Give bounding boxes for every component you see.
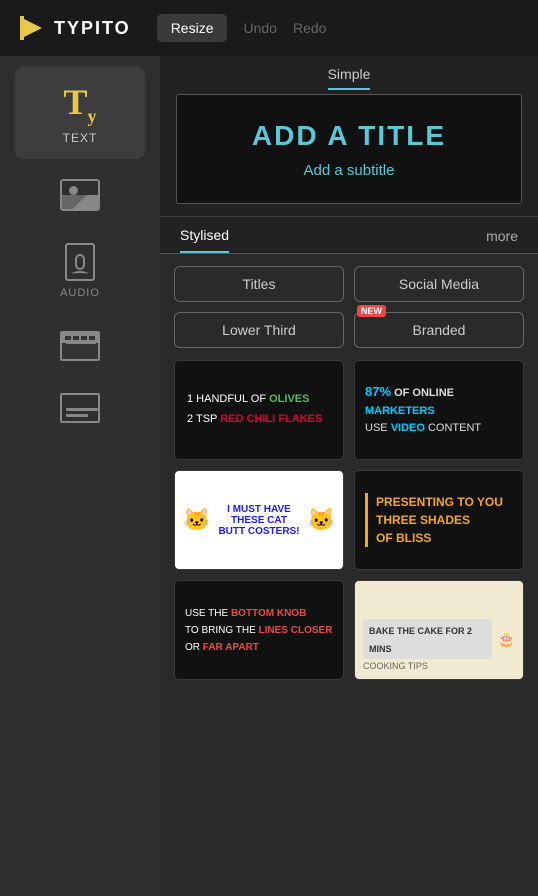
tmpl-catbutt-emoji-right: 🐱 <box>308 507 335 533</box>
filter-branded-button[interactable]: NEW Branded <box>354 312 524 348</box>
filter-buttons: Titles Social Media Lower Third NEW Bran… <box>160 254 538 360</box>
template-catbutt[interactable]: 🐱 I MUST HAVE THESE CAT BUTT COSTERS! 🐱 <box>174 470 344 570</box>
tmpl-olives-highlight2: RED CHILI FLAKES <box>220 413 322 425</box>
tmpl-catbutt-text: I MUST HAVE THESE CAT BUTT COSTERS! <box>216 504 301 537</box>
filter-lower-third-button[interactable]: Lower Third <box>174 312 344 348</box>
filter-titles-button[interactable]: Titles <box>174 266 344 302</box>
template-bliss[interactable]: PRESENTING TO YOUTHREE SHADESOF BLISS <box>354 470 524 570</box>
main-content: Simple ADD A TITLE Add a subtitle Stylis… <box>160 56 538 896</box>
sidebar-item-audio[interactable]: AUDIO <box>15 227 145 315</box>
sidebar-item-video[interactable] <box>15 315 145 377</box>
preview-subtitle: Add a subtitle <box>304 162 395 179</box>
templates-grid: 1 HANDFUL OF OLIVES 2 TSP RED CHILI FLAK… <box>160 360 538 700</box>
tmpl-olives-line1-pre: 1 HANDFUL OF <box>187 393 269 405</box>
tab-stylised[interactable]: Stylised <box>180 227 229 253</box>
audio-icon <box>65 243 95 281</box>
preview-canvas: ADD A TITLE Add a subtitle <box>176 94 522 204</box>
filter-social-media-button[interactable]: Social Media <box>354 266 524 302</box>
tab-simple[interactable]: Simple <box>328 66 371 90</box>
subtitle-icon <box>60 393 100 423</box>
tmpl-pct: 87% <box>365 384 391 399</box>
image-icon <box>60 179 100 211</box>
sidebar-item-audio-label: AUDIO <box>60 287 100 299</box>
sidebar: Ty TEXT AUDIO <box>0 56 160 896</box>
sidebar-item-text-label: TEXT <box>63 131 98 145</box>
resize-button[interactable]: Resize <box>157 14 228 42</box>
video-icon <box>60 331 100 361</box>
template-knob[interactable]: USE THE BOTTOM KNOB TO BRING THE LINES C… <box>174 580 344 680</box>
preview-title: ADD A TITLE <box>252 120 446 152</box>
tab-more[interactable]: more <box>486 228 518 252</box>
logo-icon <box>16 12 48 44</box>
sidebar-item-image[interactable] <box>15 163 145 227</box>
tmpl-cake-text: BAKE THE CAKE FOR 2 MINS <box>369 626 472 654</box>
style-tabs-row: Stylised more <box>160 217 538 253</box>
template-olives[interactable]: 1 HANDFUL OF OLIVES 2 TSP RED CHILI FLAK… <box>174 360 344 460</box>
undo-button[interactable]: Undo <box>243 20 276 36</box>
tmpl-olives-highlight1: OLIVES <box>269 393 309 405</box>
template-cake[interactable]: BAKE THE CAKE FOR 2 MINS 🎂 COOKING TIPS <box>354 580 524 680</box>
tmpl-olives-line2-pre: 2 TSP <box>187 413 220 425</box>
logo-text: TYPITO <box>54 18 131 39</box>
sidebar-item-text[interactable]: Ty TEXT <box>15 66 145 159</box>
tmpl-catbutt-emoji-left: 🐱 <box>183 507 210 533</box>
text-icon: Ty <box>63 84 96 125</box>
template-marketers[interactable]: 87% OF ONLINE MARKETERS USE VIDEO CONTEN… <box>354 360 524 460</box>
logo-area: TYPITO <box>16 12 131 44</box>
simple-tab-section: Simple ADD A TITLE Add a subtitle <box>160 56 538 217</box>
new-badge: NEW <box>357 305 386 317</box>
tmpl-cake-sub: COOKING TIPS <box>363 661 428 671</box>
redo-button[interactable]: Redo <box>293 20 326 36</box>
sidebar-item-subtitle[interactable] <box>15 377 145 439</box>
tmpl-bliss-text: PRESENTING TO YOUTHREE SHADESOF BLISS <box>365 493 503 547</box>
